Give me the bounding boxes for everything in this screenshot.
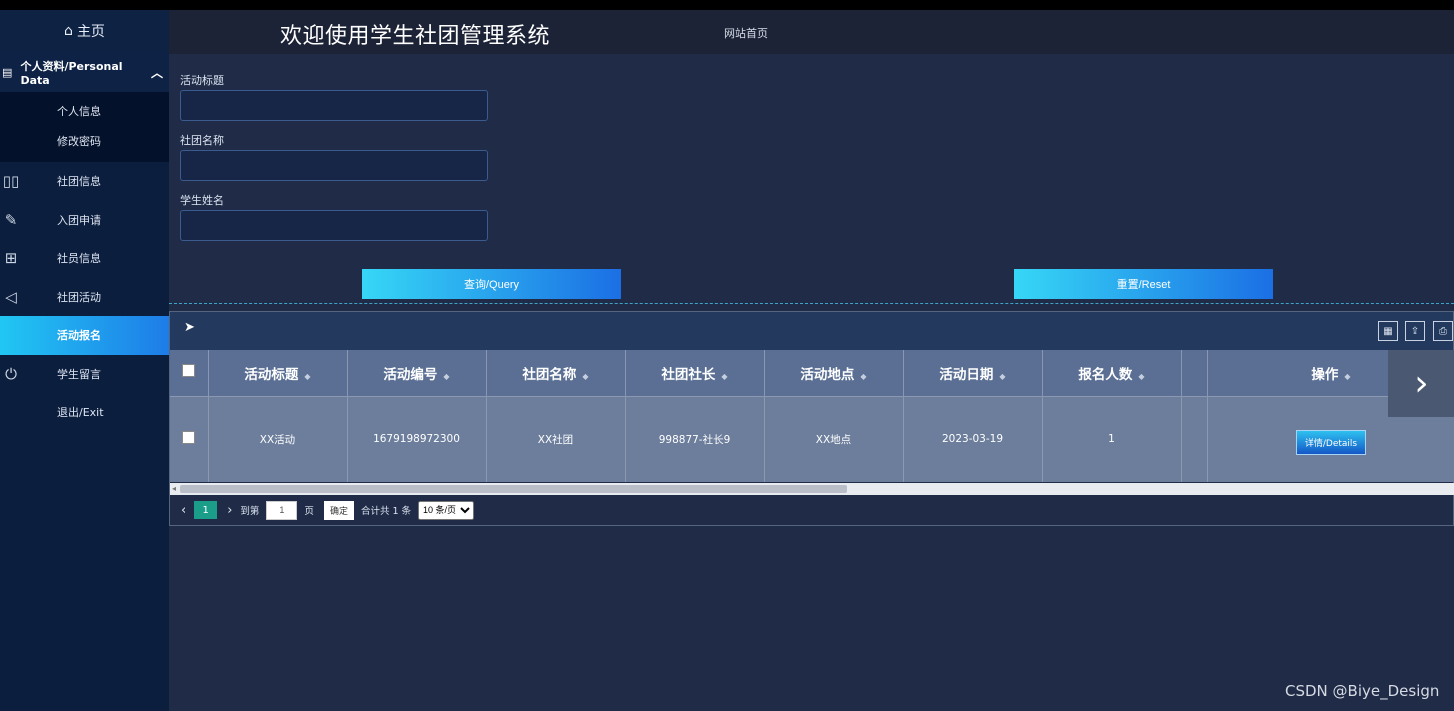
sort-icon[interactable]: ◆	[443, 372, 449, 381]
chevron-right-icon[interactable]: ›	[1388, 350, 1454, 417]
sidebar-item-activity-signup[interactable]: 活动报名	[0, 316, 169, 355]
sidebar-item-label: 社团活动	[57, 290, 101, 304]
activity-title-label: 活动标题	[180, 74, 224, 87]
sort-icon[interactable]: ◆	[304, 372, 310, 381]
student-name-input[interactable]	[180, 210, 488, 241]
cell-leader: 998877-社长9	[625, 395, 765, 482]
page-size-select[interactable]: 10 条/页	[418, 500, 475, 520]
goto-label: 到第	[240, 506, 260, 517]
print-icon[interactable]: ⎙	[1433, 321, 1453, 341]
power-icon: ⏻	[5, 364, 17, 383]
col-header-place[interactable]: 活动地点 ◆	[764, 350, 904, 396]
prev-page-icon[interactable]: ‹	[181, 503, 186, 518]
sidebar-item-label: 入团申请	[57, 213, 101, 227]
table-row: XX活动 1679198972300 XX社团 998877-社长9 XX地点 …	[170, 395, 1454, 482]
divider	[169, 303, 1454, 304]
col-header-count[interactable]: 报名人数 ◆	[1042, 350, 1182, 396]
sort-icon[interactable]: ◆	[860, 372, 866, 381]
col-header-title[interactable]: 活动标题 ◆	[208, 350, 348, 396]
student-name-label: 学生姓名	[180, 194, 224, 207]
details-button[interactable]: 详情/Details	[1295, 429, 1367, 455]
query-button[interactable]: 查询/Query	[362, 269, 621, 299]
col-header-club[interactable]: 社团名称 ◆	[486, 350, 626, 396]
select-all-cell	[170, 350, 209, 396]
sidebar-item-change-password[interactable]: 修改密码	[0, 126, 169, 156]
id-card-icon: ▤	[2, 65, 13, 79]
main-content: 欢迎使用学生社团管理系统 网站首页 活动标题 社团名称 学生姓名 查询/Quer…	[169, 10, 1454, 711]
watermark: CSDN @Biye_Design	[1285, 682, 1440, 700]
row-checkbox[interactable]	[182, 431, 196, 445]
ruler-icon: ✎	[4, 210, 18, 229]
sidebar-home-label: 主页	[76, 24, 105, 40]
select-all-checkbox[interactable]	[182, 364, 196, 378]
total-count: 合计共 1 条	[360, 506, 412, 517]
data-table-panel: ➤ ▦ ⇪ ⎙ 活动标题 ◆ 活动编号 ◆ 社团名称 ◆ 社团社长 ◆ 活动地点 ◆ 活动…	[169, 311, 1454, 526]
sort-icon[interactable]: ◆	[1344, 372, 1350, 381]
sidebar-home[interactable]: ⌂ 主页	[0, 10, 169, 52]
sort-icon[interactable]: ◆	[721, 372, 727, 381]
table-toolbar: ➤ ▦ ⇪ ⎙	[170, 312, 1453, 350]
reset-button[interactable]: 重置/Reset	[1014, 269, 1273, 299]
page-title: 欢迎使用学生社团管理系统	[280, 24, 551, 49]
grid-search-icon: ⊞	[4, 249, 18, 268]
sidebar-item-member-info[interactable]: ⊞ 社员信息	[0, 239, 169, 278]
col-header-leader[interactable]: 社团社长 ◆	[625, 350, 765, 396]
current-page[interactable]: 1	[194, 501, 218, 519]
mouse-cursor-icon: ➤	[184, 320, 195, 335]
cell-count: 1	[1042, 395, 1182, 482]
scroll-left-icon[interactable]: ◂	[172, 484, 176, 493]
activity-title-input[interactable]	[180, 90, 488, 121]
sidebar-item-label: 退出/Exit	[57, 406, 104, 420]
pagination: ‹ 1 › 到第 页 确定 合计共 1 条 10 条/页	[170, 495, 1453, 525]
sort-icon[interactable]: ◆	[582, 372, 588, 381]
sidebar-group-label: 个人资料/Personal Data	[20, 59, 123, 87]
search-form: 活动标题 社团名称 学生姓名	[180, 72, 488, 252]
sidebar: ⌂ 主页 ▤ 个人资料/Personal Data ︿ 个人信息 修改密码 ▯▯…	[0, 10, 169, 711]
goto-confirm-button[interactable]: 确定	[323, 500, 354, 520]
horizontal-scrollbar[interactable]: ◂	[170, 483, 1454, 495]
cell-place: XX地点	[764, 395, 904, 482]
sidebar-item-student-messages[interactable]: ⏻ 学生留言	[0, 355, 169, 394]
sidebar-item-label: 社团信息	[57, 175, 101, 189]
activity-table: 活动标题 ◆ 活动编号 ◆ 社团名称 ◆ 社团社长 ◆ 活动地点 ◆ 活动日期 ◆ 报名人数…	[170, 350, 1454, 482]
sidebar-item-label: 社员信息	[57, 252, 101, 266]
sort-icon[interactable]: ◆	[999, 372, 1005, 381]
table-header-row: 活动标题 ◆ 活动编号 ◆ 社团名称 ◆ 社团社长 ◆ 活动地点 ◆ 活动日期 ◆ 报名人数…	[170, 350, 1454, 396]
cell-title: XX活动	[208, 395, 348, 482]
sidebar-item-join-application[interactable]: ✎ 入团申请	[0, 201, 169, 240]
header: 欢迎使用学生社团管理系统 网站首页	[169, 10, 1454, 54]
cell-club: XX社团	[486, 395, 626, 482]
home-icon: ⌂	[64, 23, 73, 39]
export-icon[interactable]: ⇪	[1405, 321, 1425, 341]
goto-page-input[interactable]	[266, 500, 298, 520]
cell-blank	[1181, 395, 1208, 482]
send-icon: ◁	[5, 287, 17, 306]
club-name-input[interactable]	[180, 150, 488, 181]
sidebar-item-personal-info[interactable]: 个人信息	[0, 96, 169, 126]
col-header-date[interactable]: 活动日期 ◆	[903, 350, 1043, 396]
sidebar-group-personal-data[interactable]: ▤ 个人资料/Personal Data ︿	[0, 52, 169, 92]
col-header-blank	[1181, 350, 1208, 396]
site-home-link[interactable]: 网站首页	[724, 25, 768, 41]
columns-icon[interactable]: ▦	[1378, 321, 1398, 341]
chevron-up-icon: ︿	[150, 65, 163, 80]
sidebar-item-club-info[interactable]: ▯▯ 社团信息	[0, 162, 169, 201]
sidebar-item-exit[interactable]: 退出/Exit	[0, 393, 169, 432]
page-unit: 页	[304, 506, 314, 517]
top-black-bar	[0, 0, 1454, 10]
sidebar-item-label: 学生留言	[57, 367, 101, 381]
sidebar-item-label: 活动报名	[57, 329, 101, 343]
book-icon: ▯▯	[2, 172, 20, 191]
sidebar-submenu: 个人信息 修改密码	[0, 92, 169, 162]
club-name-label: 社团名称	[180, 134, 224, 147]
row-select-cell	[170, 395, 209, 482]
cell-date: 2023-03-19	[903, 395, 1043, 482]
col-header-id[interactable]: 活动编号 ◆	[347, 350, 487, 396]
next-page-icon[interactable]: ›	[227, 503, 232, 518]
sort-icon[interactable]: ◆	[1138, 372, 1144, 381]
sidebar-item-club-activity[interactable]: ◁ 社团活动	[0, 278, 169, 317]
scrollbar-thumb[interactable]	[180, 485, 847, 493]
cell-id: 1679198972300	[347, 395, 487, 482]
